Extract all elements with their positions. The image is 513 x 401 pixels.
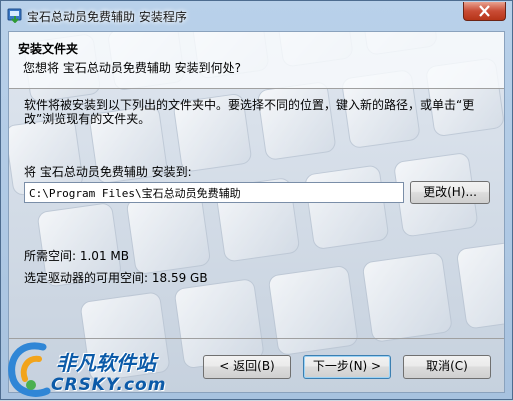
close-icon <box>479 5 490 17</box>
space-required-label: 所需空间: 1.01 MB <box>24 249 129 263</box>
install-path-field[interactable]: C:\Program Files\宝石总动员免费辅助 <box>24 182 404 203</box>
wizard-header: 安装文件夹 您想将 宝石总动员免费辅助 安装到何处? <box>9 32 504 89</box>
cancel-button[interactable]: 取消(C) <box>403 355 491 379</box>
back-button[interactable]: < 返回(B) <box>203 355 291 379</box>
space-available-label: 选定驱动器的可用空间: 18.59 GB <box>24 271 208 285</box>
header-title: 安装文件夹 <box>18 42 79 56</box>
installer-window: 宝石总动员免费辅助 安装程序 安装文件夹 您想将 宝石总动员免费辅助 安装到何处… <box>0 0 513 400</box>
crsky-watermark: 非凡软件站 CRSKY.com <box>1 339 171 401</box>
change-folder-button[interactable]: 更改(H)... <box>410 181 490 204</box>
watermark-site-name: 非凡软件站 <box>56 351 156 375</box>
installer-app-icon <box>7 8 22 23</box>
close-button[interactable] <box>463 2 506 21</box>
watermark-domain: CRSKY.com <box>51 375 167 395</box>
window-title: 宝石总动员免费辅助 安装程序 <box>27 10 187 24</box>
crsky-logo-icon <box>8 342 51 397</box>
header-subtitle: 您想将 宝石总动员免费辅助 安装到何处? <box>23 61 241 75</box>
title-bar[interactable]: 宝石总动员免费辅助 安装程序 <box>1 1 512 31</box>
install-description: 软件将被安装到以下列出的文件夹中。要选择不同的位置，键入新的路径，或单击“更改”… <box>24 98 475 126</box>
next-button[interactable]: 下一步(N) > <box>303 355 391 379</box>
install-to-label: 将 宝石总动员免费辅助 安装到: <box>24 165 192 179</box>
